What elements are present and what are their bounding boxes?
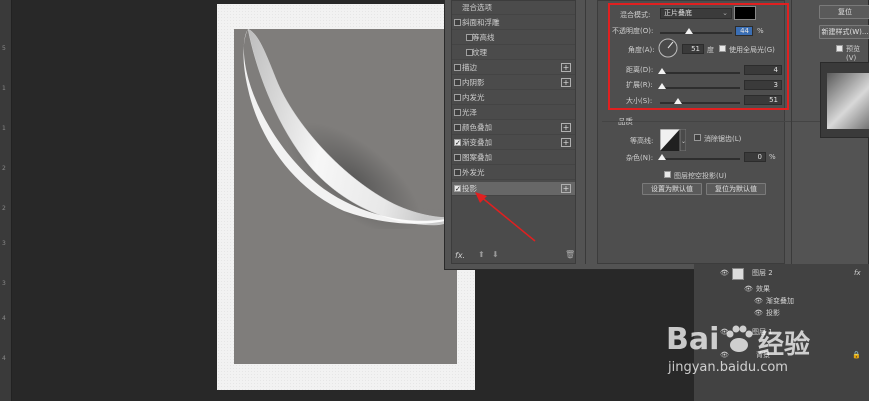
layer-thumbnail	[732, 268, 744, 280]
style-checkbox[interactable]	[454, 19, 461, 26]
style-item-label: 纹理	[472, 48, 487, 57]
add-style-button[interactable]: +	[561, 138, 571, 147]
style-item-label: 图案叠加	[462, 153, 492, 162]
watermark-logo-text2: 经验	[758, 330, 811, 360]
annotation-arrow	[475, 192, 536, 242]
add-style-button[interactable]: +	[561, 78, 571, 87]
svg-text:⌄: ⌄	[681, 138, 686, 145]
ruler-mark: 3	[2, 240, 6, 247]
style-item-blending-options[interactable]: 混合选项	[452, 1, 575, 15]
ruler-mark: 5	[2, 45, 6, 52]
layer-effect-row[interactable]: 👁 渐变叠加	[694, 295, 869, 307]
style-item-label: 渐变叠加	[462, 138, 492, 147]
style-item-label: 光泽	[462, 108, 477, 117]
style-item-label: 颜色叠加	[462, 123, 492, 132]
fx-icon[interactable]: fx	[854, 267, 861, 279]
style-item-label: 等高线	[472, 33, 495, 42]
eye-icon[interactable]: 👁	[744, 283, 753, 295]
style-item-inner-shadow[interactable]: 内阴影 +	[452, 76, 575, 90]
percent-label: %	[769, 153, 776, 161]
divider	[791, 0, 792, 264]
style-checkbox[interactable]	[454, 154, 461, 161]
style-item-label: 内发光	[462, 93, 485, 102]
contour-picker[interactable]: ⌄	[660, 129, 686, 151]
noise-label: 杂色(N):	[626, 154, 654, 162]
add-style-button[interactable]: +	[561, 123, 571, 132]
layer-effect-label: 渐变叠加	[766, 297, 794, 305]
style-item-texture[interactable]: 纹理	[452, 46, 575, 60]
layer-name: 图层 2	[752, 269, 773, 277]
style-item-outer-glow[interactable]: 外发光	[452, 166, 575, 180]
layer-effects-label: 效果	[756, 285, 770, 293]
style-item-label: 斜面和浮雕	[462, 18, 500, 27]
layer-effects-row[interactable]: 👁 效果	[694, 283, 869, 295]
style-item-contour[interactable]: 等高线	[452, 31, 575, 45]
move-down-icon[interactable]: ⬇	[492, 250, 499, 259]
ruler-mark: 1	[2, 85, 6, 92]
style-item-bevel-emboss[interactable]: 斜面和浮雕	[452, 16, 575, 30]
preview-checkbox[interactable]	[836, 45, 843, 52]
highlight-box	[608, 3, 789, 110]
fx-menu-button[interactable]: fx.	[455, 251, 465, 260]
add-style-button[interactable]: +	[561, 184, 571, 193]
noise-slider[interactable]	[658, 154, 740, 160]
knockout-label: 图层挖空投影(U)	[674, 172, 727, 180]
style-item-inner-glow[interactable]: 内发光	[452, 91, 575, 105]
style-checkbox[interactable]	[466, 49, 473, 56]
style-item-gradient-overlay[interactable]: 渐变叠加 +	[452, 136, 575, 150]
style-item-label: 描边	[462, 63, 477, 72]
reset-button[interactable]: 复位	[819, 5, 869, 19]
style-item-stroke[interactable]: 描边 +	[452, 61, 575, 75]
move-up-icon[interactable]: ⬆	[478, 250, 485, 259]
preview-label: 预览(V)	[846, 45, 860, 62]
style-item-satin[interactable]: 光泽	[452, 106, 575, 120]
preview-swatch-frame	[820, 62, 869, 138]
ruler-mark: 1	[2, 125, 6, 132]
style-checkbox[interactable]	[454, 64, 461, 71]
divider	[585, 0, 586, 264]
style-checkbox[interactable]	[454, 79, 461, 86]
knockout-checkbox[interactable]	[664, 171, 671, 178]
quality-divider	[602, 121, 842, 122]
ruler-mark: 3	[2, 280, 6, 287]
style-item-label: 混合选项	[462, 3, 492, 12]
eye-icon[interactable]: 👁	[720, 267, 729, 279]
watermark-logo-text: Bai	[666, 322, 720, 357]
new-style-button[interactable]: 新建样式(W)...	[819, 25, 869, 39]
style-item-label: 外发光	[462, 168, 485, 177]
document-canvas[interactable]	[217, 4, 475, 390]
style-checkbox[interactable]	[466, 34, 473, 41]
watermark-url: jingyan.baidu.com	[668, 360, 788, 375]
add-style-button[interactable]: +	[561, 63, 571, 72]
contour-label: 等高线:	[630, 137, 654, 145]
preview-swatch	[827, 73, 869, 129]
paw-icon	[726, 325, 753, 352]
ruler-mark: 4	[2, 315, 6, 322]
style-checkbox[interactable]	[454, 124, 461, 131]
style-checkbox[interactable]	[454, 182, 461, 196]
style-item-label: 内阴影	[462, 78, 485, 87]
antialias-label: 消除锯齿(L)	[704, 135, 742, 143]
style-checkbox[interactable]	[454, 94, 461, 101]
style-checkbox[interactable]	[454, 109, 461, 116]
style-item-pattern-overlay[interactable]: 图案叠加	[452, 151, 575, 165]
style-checkbox[interactable]	[454, 169, 461, 176]
style-checkbox[interactable]	[454, 136, 461, 150]
ruler-mark: 4	[2, 355, 6, 362]
watermark: Bai 经验 jingyan.baidu.com	[666, 318, 866, 388]
eye-icon[interactable]: 👁	[754, 295, 763, 307]
ruler-mark: 2	[2, 205, 6, 212]
antialias-checkbox[interactable]	[694, 134, 701, 141]
page-curl-graphic	[234, 29, 457, 229]
trash-icon[interactable]: 🗑	[565, 250, 575, 259]
layer-row[interactable]: 👁 图层 2 fx	[694, 267, 869, 280]
vertical-ruler: 5 1 1 2 2 3 3 4 4	[0, 0, 12, 401]
set-default-button[interactable]: 设置为默认值	[642, 183, 702, 195]
noise-slider-knob[interactable]	[658, 154, 666, 160]
reset-default-button[interactable]: 复位为默认值	[706, 183, 766, 195]
ruler-mark: 2	[2, 165, 6, 172]
dialog-right-column: 复位 新建样式(W)... 预览(V)	[812, 0, 869, 170]
style-item-color-overlay[interactable]: 颜色叠加 +	[452, 121, 575, 135]
noise-input[interactable]: 0	[744, 152, 766, 162]
